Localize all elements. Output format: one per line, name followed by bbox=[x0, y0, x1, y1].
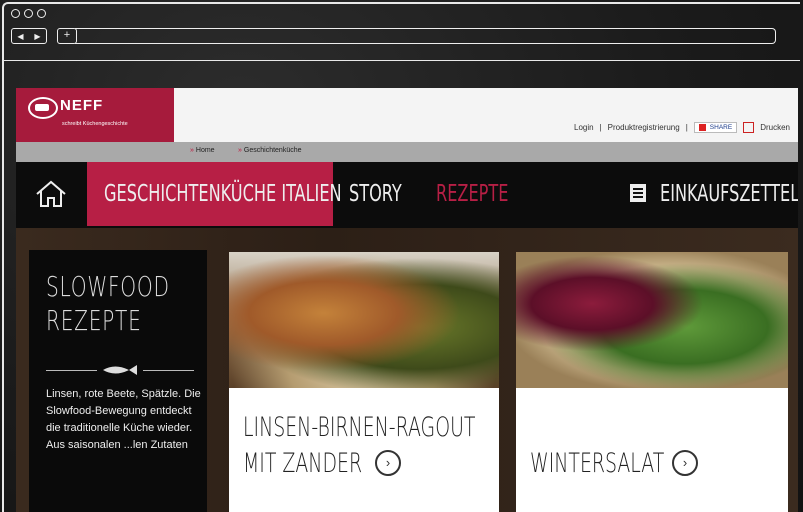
nav-item-geschichtenkueche[interactable]: GESCHICHTENKÜCHE ITALIEN bbox=[104, 162, 342, 226]
panel-title: SLOWFOOD REZEPTE bbox=[46, 270, 170, 337]
panel-text: Linsen, rote Beete, Spätzle. Die Slowfoo… bbox=[46, 388, 201, 451]
chevron-right-circle-icon[interactable]: › bbox=[375, 450, 401, 476]
address-bar[interactable] bbox=[75, 28, 776, 44]
nav-item-story[interactable]: STORY bbox=[349, 162, 402, 226]
brand-name: NEFF bbox=[60, 97, 104, 114]
register-link[interactable]: Produktregistrierung bbox=[608, 123, 680, 132]
share-button[interactable]: SHARE bbox=[693, 122, 738, 133]
brand-tagline: schreibt Küchengeschichte bbox=[62, 121, 128, 127]
header-utilities: Login | Produktregistrierung | SHARE Dru… bbox=[574, 122, 790, 133]
print-icon[interactable] bbox=[743, 122, 755, 133]
fish-icon bbox=[97, 363, 143, 377]
history-buttons[interactable]: ◀ ▶ bbox=[11, 28, 47, 44]
breadcrumb-current[interactable]: » Geschichtenküche bbox=[238, 147, 302, 154]
print-link[interactable]: Drucken bbox=[760, 123, 790, 132]
share-icon bbox=[698, 124, 706, 131]
chrome-divider bbox=[2, 60, 800, 61]
nav-item-rezepte[interactable]: REZEPTE bbox=[436, 162, 508, 226]
login-link[interactable]: Login bbox=[574, 123, 594, 132]
website: NEFF schreibt Küchengeschichte Login | P… bbox=[16, 88, 798, 512]
brand-logo[interactable]: NEFF schreibt Küchengeschichte bbox=[16, 88, 174, 142]
nav-item-einkaufszettel[interactable]: EINKAUFSZETTEL bbox=[660, 162, 798, 226]
breadcrumb-home[interactable]: » Home bbox=[190, 147, 215, 154]
recipe-title-wintersalat[interactable]: WINTERSALAT bbox=[530, 446, 664, 482]
breadcrumb: » Home » Geschichtenküche bbox=[16, 142, 798, 162]
recipe-card-wintersalat[interactable]: WINTERSALAT › bbox=[516, 252, 788, 512]
separator: | bbox=[599, 123, 602, 132]
content-area: SLOWFOOD REZEPTE Linsen, rote Beete, Spä… bbox=[16, 228, 798, 512]
back-arrow-icon[interactable]: ◀ bbox=[17, 32, 23, 41]
chevron-right-circle-icon[interactable]: › bbox=[672, 450, 698, 476]
separator: | bbox=[685, 123, 688, 132]
logo-mark-icon bbox=[28, 97, 58, 119]
home-icon[interactable] bbox=[34, 180, 68, 208]
new-tab-button[interactable]: + bbox=[57, 28, 77, 44]
recipe-title-ragout[interactable]: LINSEN-BIRNEN-RAGOUT MIT ZANDER bbox=[243, 410, 475, 482]
maximize-dot-icon[interactable] bbox=[37, 9, 46, 18]
recipe-photo-wintersalat bbox=[516, 252, 788, 388]
slowfood-panel: SLOWFOOD REZEPTE Linsen, rote Beete, Spä… bbox=[29, 250, 207, 512]
main-navigation: GESCHICHTENKÜCHE ITALIEN STORY REZEPTE E… bbox=[16, 162, 798, 228]
shopping-list-icon[interactable] bbox=[630, 184, 646, 202]
share-label: SHARE bbox=[709, 124, 733, 131]
site-header: NEFF schreibt Küchengeschichte Login | P… bbox=[16, 88, 798, 142]
recipe-photo-ragout bbox=[229, 252, 499, 388]
minimize-dot-icon[interactable] bbox=[24, 9, 33, 18]
close-dot-icon[interactable] bbox=[11, 9, 20, 18]
window-controls bbox=[11, 9, 46, 18]
forward-arrow-icon[interactable]: ▶ bbox=[34, 32, 40, 41]
recipe-card-ragout[interactable]: LINSEN-BIRNEN-RAGOUT MIT ZANDER › bbox=[229, 252, 499, 512]
